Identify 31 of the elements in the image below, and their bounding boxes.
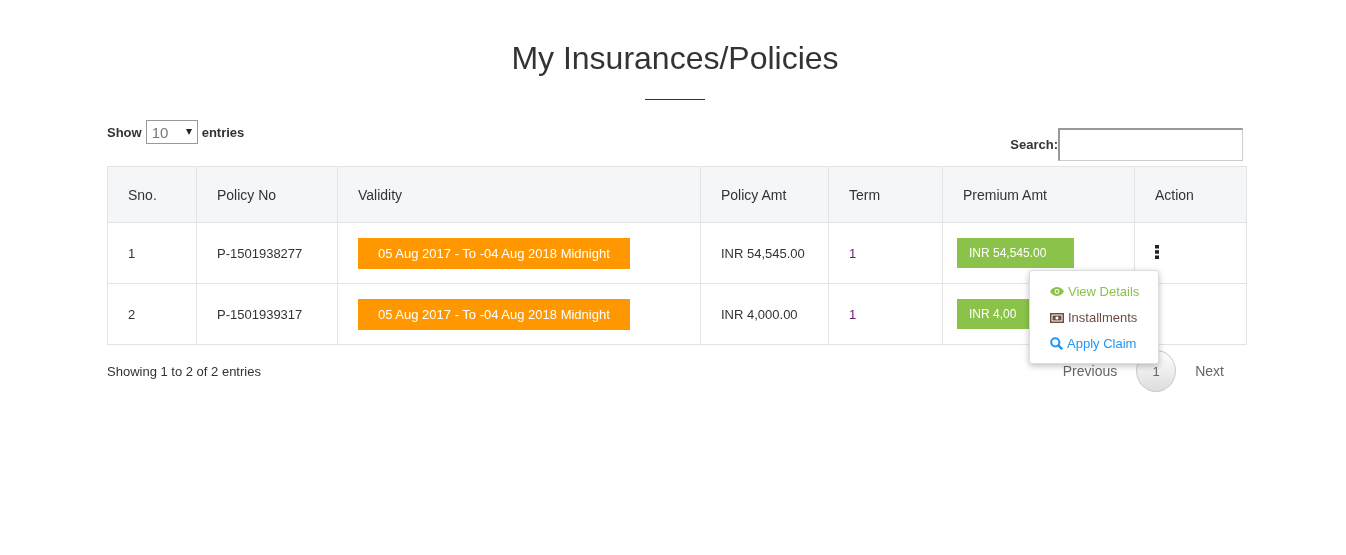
banknote-icon bbox=[1050, 312, 1064, 323]
title-underline bbox=[645, 99, 705, 100]
show-label: Show bbox=[107, 124, 142, 140]
table-cell: INR 4,000.00 bbox=[700, 283, 829, 345]
column-header: Premium Amt bbox=[942, 166, 1135, 223]
table-cell: 1 bbox=[828, 222, 943, 284]
search-icon bbox=[1050, 337, 1063, 350]
table-cell: P-1501938277 bbox=[196, 222, 338, 284]
column-header: Validity bbox=[337, 166, 701, 223]
search-field[interactable] bbox=[1058, 128, 1243, 161]
column-header: Policy No bbox=[196, 166, 338, 223]
page-title: My Insurances/Policies bbox=[510, 39, 840, 78]
search-label: Search: bbox=[1010, 137, 1058, 152]
column-header: Policy Amt bbox=[700, 166, 829, 223]
more-options-icon[interactable] bbox=[1155, 244, 1159, 259]
table-cell: INR 54,545.00 bbox=[700, 222, 829, 284]
validity-badge: 05 Aug 2017 - To -04 Aug 2018 Midnight bbox=[358, 237, 630, 269]
table-cell: 2 bbox=[107, 283, 197, 345]
pagination-button[interactable]: Next bbox=[1178, 350, 1241, 392]
entries-label: entries bbox=[201, 124, 245, 140]
column-header: Term bbox=[828, 166, 943, 223]
entries-select[interactable]: 10 bbox=[145, 120, 198, 144]
column-header: Action bbox=[1134, 166, 1247, 223]
dropdown-caret-icon bbox=[185, 129, 192, 135]
entries-info: Showing 1 to 2 of 2 entries bbox=[107, 363, 261, 379]
table-cell: 1 bbox=[107, 222, 197, 284]
table-cell: P-1501939317 bbox=[196, 283, 338, 345]
eye-icon bbox=[1050, 287, 1064, 296]
validity-badge: 05 Aug 2017 - To -04 Aug 2018 Midnight bbox=[358, 298, 630, 330]
table-cell: 1 bbox=[828, 283, 943, 345]
column-header: Sno. bbox=[107, 166, 197, 223]
